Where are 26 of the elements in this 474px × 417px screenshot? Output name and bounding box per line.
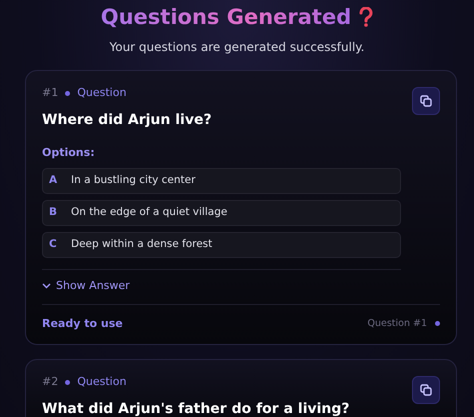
option-text: Deep within a dense forest [71, 237, 212, 252]
question-label: Question #1 [367, 316, 427, 331]
option-letter: B [49, 205, 58, 220]
copy-button[interactable] [412, 87, 440, 115]
chevron-down-icon [42, 283, 51, 290]
status-text: Ready to use [42, 316, 123, 332]
question-text: What did Arjun's father do for a living? [42, 400, 351, 417]
question-number: #2 [42, 374, 58, 390]
subtitle: Your questions are generated successfully. [108, 39, 366, 56]
question-text: Where did Arjun live? [42, 110, 213, 130]
option-letter: C [49, 237, 58, 252]
copy-button[interactable] [412, 376, 440, 404]
show-answer-button[interactable]: Show Answer [42, 278, 130, 294]
question-number: #1 [42, 85, 58, 101]
options-label: Options: [42, 144, 96, 160]
copy-icon [420, 95, 432, 107]
option-text: On the edge of a quiet village [71, 205, 228, 220]
option-text: In a bustling city center [71, 173, 196, 188]
dot-icon [65, 380, 70, 385]
question-mark-icon [359, 7, 374, 27]
dot-icon [65, 90, 70, 96]
dot-icon [435, 321, 440, 326]
copy-icon [420, 384, 432, 396]
option-letter: A [49, 173, 58, 188]
question-tag: Question [77, 85, 126, 102]
question-tag: Question [77, 374, 126, 390]
